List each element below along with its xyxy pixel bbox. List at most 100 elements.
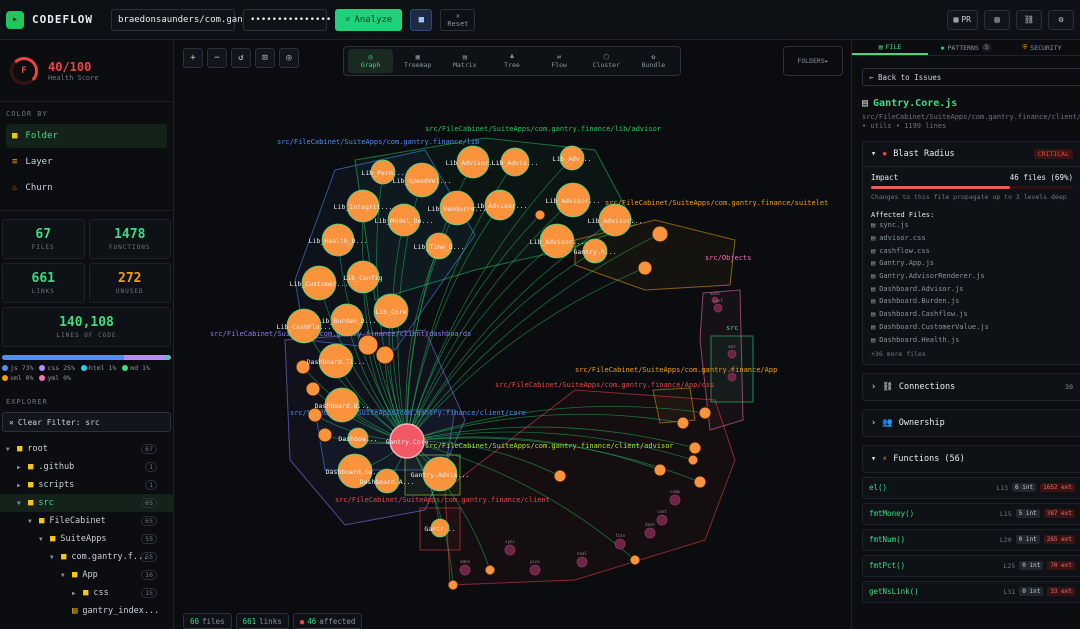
clear-filter-button[interactable]: ✕ Clear Filter: src [2,412,171,432]
reset-button[interactable]: ✕ Reset [440,8,476,31]
blast-radius-header[interactable]: ▾ ✸ Blast Radius CRITICAL [863,142,1080,166]
graph-node[interactable] [653,463,667,477]
affected-dot-icon: ● [299,616,305,626]
functions-section[interactable]: ▾ ⚡ Functions (56) [862,444,1080,473]
function-row[interactable]: fmtNum() L20 0 int 265 ext [862,528,1080,551]
tree-item[interactable]: ▼ ■ App 16 [0,566,173,584]
graph-node[interactable] [307,407,323,423]
tab-tree[interactable]: ♣ Tree [489,49,534,73]
view-tab-label: Graph [360,61,381,69]
graph-node[interactable] [534,209,546,221]
graph-node[interactable] [688,441,702,455]
view-tab-label: Treemap [404,61,432,69]
gear-icon: ⚙ [1058,15,1064,24]
zoom-out-button[interactable]: − [207,48,227,68]
repo-input[interactable]: braedonsaunders/com.gan [110,8,243,31]
color-by-folder[interactable]: ■ Folder [6,124,167,148]
tree-item[interactable]: ▶ ■ scripts 1 [0,476,173,494]
settings-button[interactable]: ⚙ [1048,9,1074,30]
affected-count: 46 [307,616,317,626]
affected-file[interactable]: ▤ Dashboard.Cashflow.js [871,308,1073,321]
graph-node[interactable] [529,564,541,576]
graph-node[interactable] [687,454,699,466]
graph-node[interactable] [357,334,379,356]
tree-item[interactable]: ▤ gantry_index... [0,602,173,620]
tab-cluster[interactable]: ⬡ Cluster [584,49,629,73]
graph-node[interactable] [644,527,656,539]
function-row[interactable]: fmtMoney() L15 5 int 387 ext [862,502,1080,525]
color-by-churn[interactable]: ♨ Churn [6,176,167,200]
graph-node[interactable] [317,427,333,443]
fit-button[interactable]: ⊡ [255,48,275,68]
tab-security[interactable]: ⛨ SECURITY [1004,40,1080,55]
pr-button[interactable]: ▦ PR [946,9,978,30]
graph-node[interactable] [447,579,459,591]
graph-node[interactable] [669,494,681,506]
graph-node[interactable] [459,564,471,576]
tree-item[interactable]: ▼ ■ SuiteApps 55 [0,530,173,548]
graph-node[interactable] [305,381,321,397]
tree-item[interactable]: ▶ ■ css 15 [0,584,173,602]
tab-flow[interactable]: ⇄ Flow [537,49,582,73]
graph-node[interactable] [614,538,626,550]
left-sidebar: F 40/100 Health Score COLOR BY ■ Folder … [0,40,174,629]
tree-item[interactable]: ▼ ■ FileCabinet 65 [0,512,173,530]
back-to-issues-button[interactable]: ← Back to Issues [862,68,1080,86]
tree-item[interactable]: ▼ ■ com.gantry.f... 55 [0,548,173,566]
function-row[interactable]: getNsLink() L31 0 int 33 ext [862,580,1080,603]
affected-file[interactable]: ▤ sync.js [871,219,1073,232]
tab-treemap[interactable]: ▦ Treemap [395,49,440,73]
graph-node[interactable] [713,303,723,313]
analyze-button[interactable]: ⌕ Analyze [334,8,403,31]
graph-node[interactable] [676,416,690,430]
graph-node[interactable] [727,349,737,359]
connections-section[interactable]: › ⛓ Connections 39 [862,372,1080,401]
legend-dot-icon [39,365,46,371]
graph-node[interactable] [504,544,516,556]
export-button[interactable]: ▤ [984,9,1010,30]
link-button[interactable]: ⛓ [1016,9,1042,30]
tree-item[interactable]: ▶ ■ .github 1 [0,458,173,476]
tab-matrix[interactable]: ▤ Matrix [442,49,487,73]
affected-file[interactable]: ▤ advisor.css [871,232,1073,245]
affected-file[interactable]: ▤ Gantry.App.js [871,257,1073,270]
tab-bundle[interactable]: ✿ Bundle [631,49,676,73]
affected-file[interactable]: ▤ Dashboard.Health.js [871,333,1073,346]
affected-file[interactable]: ▤ Dashboard.Advisor.js [871,282,1073,295]
tab-patterns[interactable]: ✱ PATTERNS 5 [928,40,1004,55]
graph-node[interactable] [576,556,588,568]
function-row[interactable]: fmtPct() L25 0 int 70 ext [862,554,1080,577]
function-row[interactable]: el() L13 6 int 1652 ext [862,476,1080,499]
dependency-graph[interactable]: src/FileCabinet/SuiteApps/com.gantry.fin… [175,40,851,629]
tab-file[interactable]: ▤ FILE [852,40,928,55]
language-legend-item: html 1% [80,364,116,372]
rotate-button[interactable]: ↺ [231,48,251,68]
graph-node[interactable] [698,406,712,420]
affected-file-name: Dashboard.Burden.js [879,297,960,306]
graph-node[interactable] [651,225,669,243]
color-by-layer[interactable]: ≡ Layer [6,150,167,174]
graph-node[interactable] [375,345,395,365]
graph-node[interactable] [629,554,641,566]
tree-item[interactable]: ▼ ■ root 67 [0,440,173,458]
graph-node[interactable] [484,564,496,576]
graph-canvas[interactable]: src/FileCabinet/SuiteApps/com.gantry.fin… [175,40,851,629]
token-input[interactable]: ••••••••••••••• [242,8,331,31]
ownership-section[interactable]: › 👥 Ownership [862,408,1080,437]
affected-file[interactable]: ▤ cashflow.css [871,244,1073,257]
graph-node[interactable] [637,260,653,276]
graph-node[interactable] [727,372,737,382]
graph-node[interactable] [553,469,567,483]
tab-graph[interactable]: ◎ Graph [348,49,394,73]
tree-item[interactable]: ▼ ■ src 65 [0,494,173,512]
graph-node[interactable] [656,514,668,526]
graph-node[interactable] [693,475,707,489]
folders-button[interactable]: FOLDERS▸ [783,46,843,76]
affected-file[interactable]: ▤ Dashboard.Burden.js [871,295,1073,308]
affected-file[interactable]: ▤ Gantry.AdvisorRenderer.js [871,270,1073,283]
zoom-in-button[interactable]: + [183,48,203,68]
stat-files-label: FILES [31,244,55,251]
target-button[interactable]: ◎ [279,48,299,68]
upload-button[interactable]: ■ [410,8,433,31]
affected-file[interactable]: ▤ Dashboard.CustomerValue.js [871,321,1073,334]
